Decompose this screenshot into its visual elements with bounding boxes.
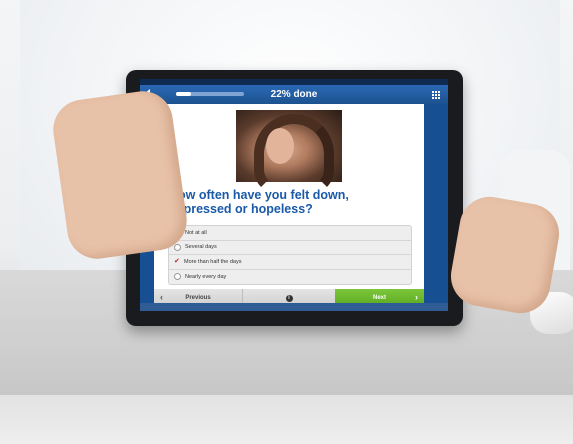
radio-icon[interactable] xyxy=(174,273,181,281)
option-label: Nearly every day xyxy=(185,273,227,280)
screen-bottom-strip xyxy=(140,303,448,311)
option-nearly-every-day[interactable]: Nearly every day xyxy=(169,270,411,285)
question-text: How often have you felt down, depressed … xyxy=(169,188,349,216)
grid-menu-icon[interactable] xyxy=(431,90,440,99)
photo-face xyxy=(266,128,294,164)
left-hand xyxy=(49,87,191,263)
progress-fill xyxy=(176,92,191,96)
question-photo xyxy=(236,110,342,194)
progress-label: 22% done xyxy=(270,89,318,100)
chevron-left-icon: ‹ xyxy=(160,292,163,302)
option-more-than-half[interactable]: ✔ More than half the days xyxy=(169,255,411,270)
option-label: Several days xyxy=(185,244,217,251)
previous-label: Previous xyxy=(185,295,211,301)
table-reflection xyxy=(0,395,573,444)
option-label: Not at all xyxy=(185,229,207,236)
info-icon: i xyxy=(285,294,293,302)
chevron-right-icon: › xyxy=(415,292,418,302)
radio-icon[interactable] xyxy=(174,243,181,251)
option-label: More than half the days xyxy=(184,258,242,265)
option-not-at-all[interactable]: Not at all xyxy=(169,226,411,241)
answer-options: Not at all Several days ✔ More than half… xyxy=(168,225,412,285)
tablet-screen: 22% done How often have you felt down, d… xyxy=(140,79,448,311)
next-label: Next xyxy=(372,295,386,301)
survey-header: 22% done xyxy=(140,85,448,104)
photo-hair xyxy=(254,114,334,194)
option-several-days[interactable]: Several days xyxy=(169,241,411,255)
checkmark-icon[interactable]: ✔ xyxy=(174,258,180,265)
progress-bar xyxy=(176,92,244,96)
question-card: How often have you felt down, depressed … xyxy=(154,104,424,309)
